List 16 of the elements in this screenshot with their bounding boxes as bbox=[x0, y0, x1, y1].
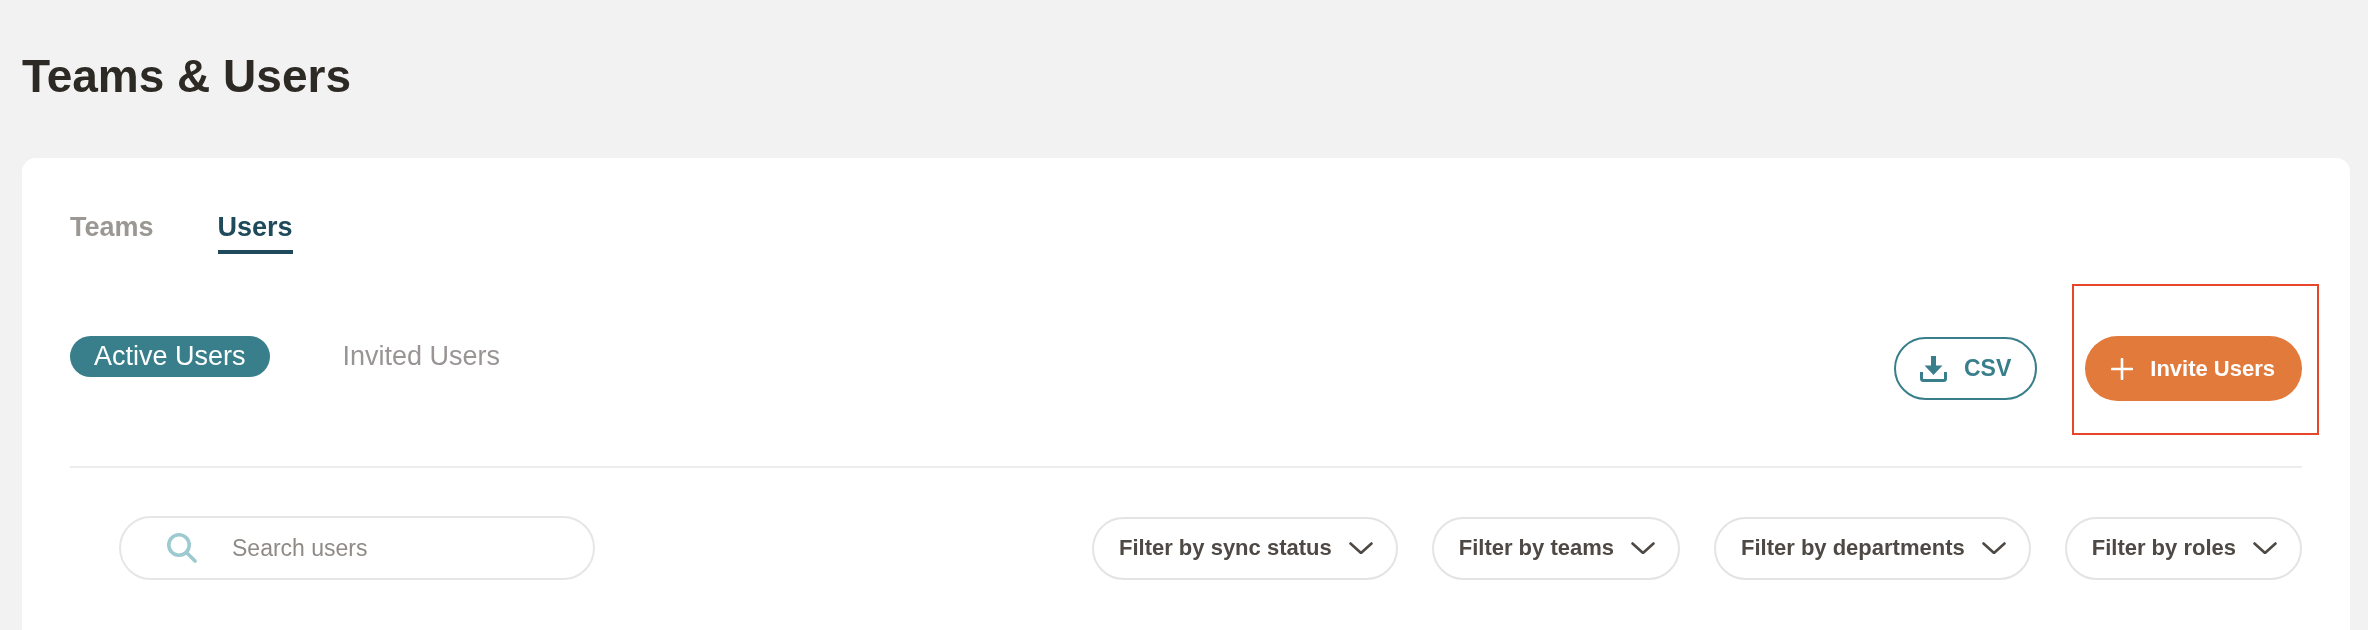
page-title: Teams & Users bbox=[22, 49, 351, 103]
plus-icon bbox=[2111, 357, 2134, 380]
filter-dropdown[interactable]: Filter by departments bbox=[1714, 516, 2031, 580]
chevron-down-icon bbox=[1348, 541, 1373, 555]
segment-tab[interactable]: Active Users bbox=[70, 336, 270, 377]
chevron-down-icon bbox=[1631, 541, 1655, 555]
search-field[interactable]: Search users bbox=[119, 516, 595, 580]
tab[interactable]: Users bbox=[217, 211, 293, 254]
filter-dropdown[interactable]: Filter by sync status bbox=[1091, 516, 1398, 580]
filter-dropdown[interactable]: Filter by roles bbox=[2064, 516, 2302, 580]
filter-dropdown[interactable]: Filter by teams bbox=[1431, 516, 1680, 580]
search-icon bbox=[166, 532, 197, 563]
chevron-down-icon bbox=[1981, 541, 2006, 555]
csv-download-button[interactable]: CSV bbox=[1893, 337, 2038, 400]
chevron-down-icon bbox=[2253, 541, 2277, 555]
download-icon bbox=[1918, 355, 1948, 382]
